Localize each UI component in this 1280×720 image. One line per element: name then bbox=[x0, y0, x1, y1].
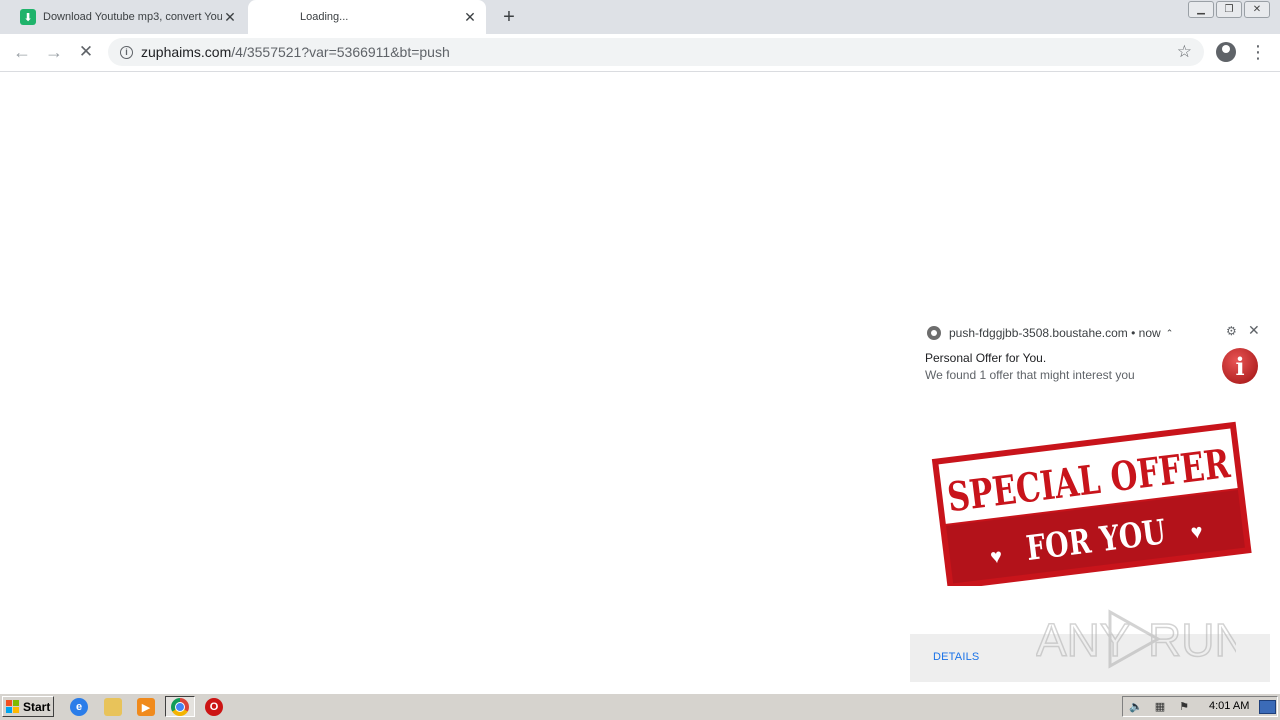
stop-loading-icon[interactable]: ✕ bbox=[74, 40, 98, 64]
tab-title: Loading... bbox=[300, 11, 349, 23]
folder-icon[interactable] bbox=[104, 698, 122, 716]
watermark-run: RUN bbox=[1148, 614, 1236, 666]
chrome-taskbar-button[interactable] bbox=[165, 696, 195, 717]
account-icon[interactable] bbox=[1216, 42, 1236, 62]
flag-icon[interactable]: ⚑ bbox=[1177, 700, 1191, 713]
restore-icon[interactable]: ❐ bbox=[1216, 1, 1242, 18]
info-badge-icon: i bbox=[1222, 348, 1258, 384]
special-offer-image: SPECIAL OFFER ♥ FOR YOU ♥ bbox=[931, 421, 1252, 586]
browser-toolbar: ← → ✕ i zuphaims.com/4/3557521?var=53669… bbox=[0, 34, 1280, 72]
watermark-any: ANY bbox=[1036, 614, 1131, 666]
url-path: /4/3557521?var=5366911&bt=push bbox=[231, 44, 450, 60]
separator-dot: • bbox=[1127, 326, 1139, 340]
tab-close-icon[interactable]: ✕ bbox=[222, 9, 238, 25]
windows-logo-icon bbox=[6, 699, 20, 714]
star-icon[interactable]: ☆ bbox=[1177, 42, 1192, 62]
start-button[interactable]: Start bbox=[2, 696, 54, 717]
network-icon[interactable]: ▦ bbox=[1153, 700, 1167, 713]
system-tray: 🔈 ▦ ⚑ 4:01 AM bbox=[1122, 696, 1278, 717]
gear-icon[interactable]: ⚙ bbox=[1226, 324, 1237, 338]
notification-message: We found 1 offer that might interest you bbox=[925, 368, 1135, 382]
speaker-icon[interactable]: 🔈 bbox=[1129, 700, 1143, 713]
clock[interactable]: 4:01 AM bbox=[1209, 700, 1249, 712]
notification-header: push-fdggjbb-3508.boustahe.com • now ⌃ bbox=[927, 326, 1173, 340]
chevron-up-icon[interactable]: ⌃ bbox=[1166, 328, 1174, 339]
url-host: zuphaims.com bbox=[141, 44, 232, 60]
window-close-icon[interactable]: ✕ bbox=[1244, 1, 1270, 18]
chrome-icon bbox=[171, 698, 189, 716]
kebab-menu-icon[interactable]: ⋮ bbox=[1249, 40, 1267, 64]
download-favicon-icon: ⬇ bbox=[20, 9, 36, 25]
address-bar[interactable]: i zuphaims.com/4/3557521?var=5366911&bt=… bbox=[108, 38, 1204, 66]
info-icon[interactable]: i bbox=[120, 45, 133, 59]
close-icon[interactable]: ✕ bbox=[1248, 322, 1260, 339]
opera-icon[interactable]: O bbox=[205, 698, 223, 716]
internet-explorer-icon[interactable]: e bbox=[70, 698, 88, 716]
anyrun-watermark: ANY RUN bbox=[1036, 609, 1236, 669]
show-desktop-icon[interactable] bbox=[1259, 700, 1276, 714]
start-label: Start bbox=[23, 699, 51, 714]
loading-favicon-icon bbox=[266, 9, 282, 25]
tab-close-icon[interactable]: ✕ bbox=[462, 9, 478, 25]
media-player-icon[interactable]: ▶ bbox=[137, 698, 155, 716]
new-tab-button[interactable]: + bbox=[498, 6, 520, 28]
details-button[interactable]: DETAILS bbox=[933, 651, 979, 663]
forward-arrow-icon[interactable]: → bbox=[42, 40, 66, 64]
notification-origin: push-fdggjbb-3508.boustahe.com bbox=[949, 326, 1128, 340]
notification-time: now bbox=[1138, 326, 1161, 340]
taskbar: Start e ▶ O 🔈 ▦ ⚑ 4:01 AM bbox=[0, 693, 1280, 720]
notification-title: Personal Offer for You. bbox=[925, 351, 1047, 365]
chrome-icon bbox=[927, 326, 941, 340]
url-text[interactable]: zuphaims.com/4/3557521?var=5366911&bt=pu… bbox=[141, 44, 450, 60]
tab-download-youtube[interactable]: ⬇ Download Youtube mp3, convert You ✕ bbox=[10, 0, 246, 34]
back-arrow-icon[interactable]: ← bbox=[10, 40, 34, 64]
window-controls: ▁ ❐ ✕ bbox=[1188, 1, 1270, 18]
tab-title: Download Youtube mp3, convert You bbox=[43, 11, 222, 23]
minimize-icon[interactable]: ▁ bbox=[1188, 1, 1214, 18]
tab-strip: ⬇ Download Youtube mp3, convert You ✕ Lo… bbox=[0, 0, 1280, 34]
tab-loading[interactable]: Loading... ✕ bbox=[248, 0, 486, 34]
